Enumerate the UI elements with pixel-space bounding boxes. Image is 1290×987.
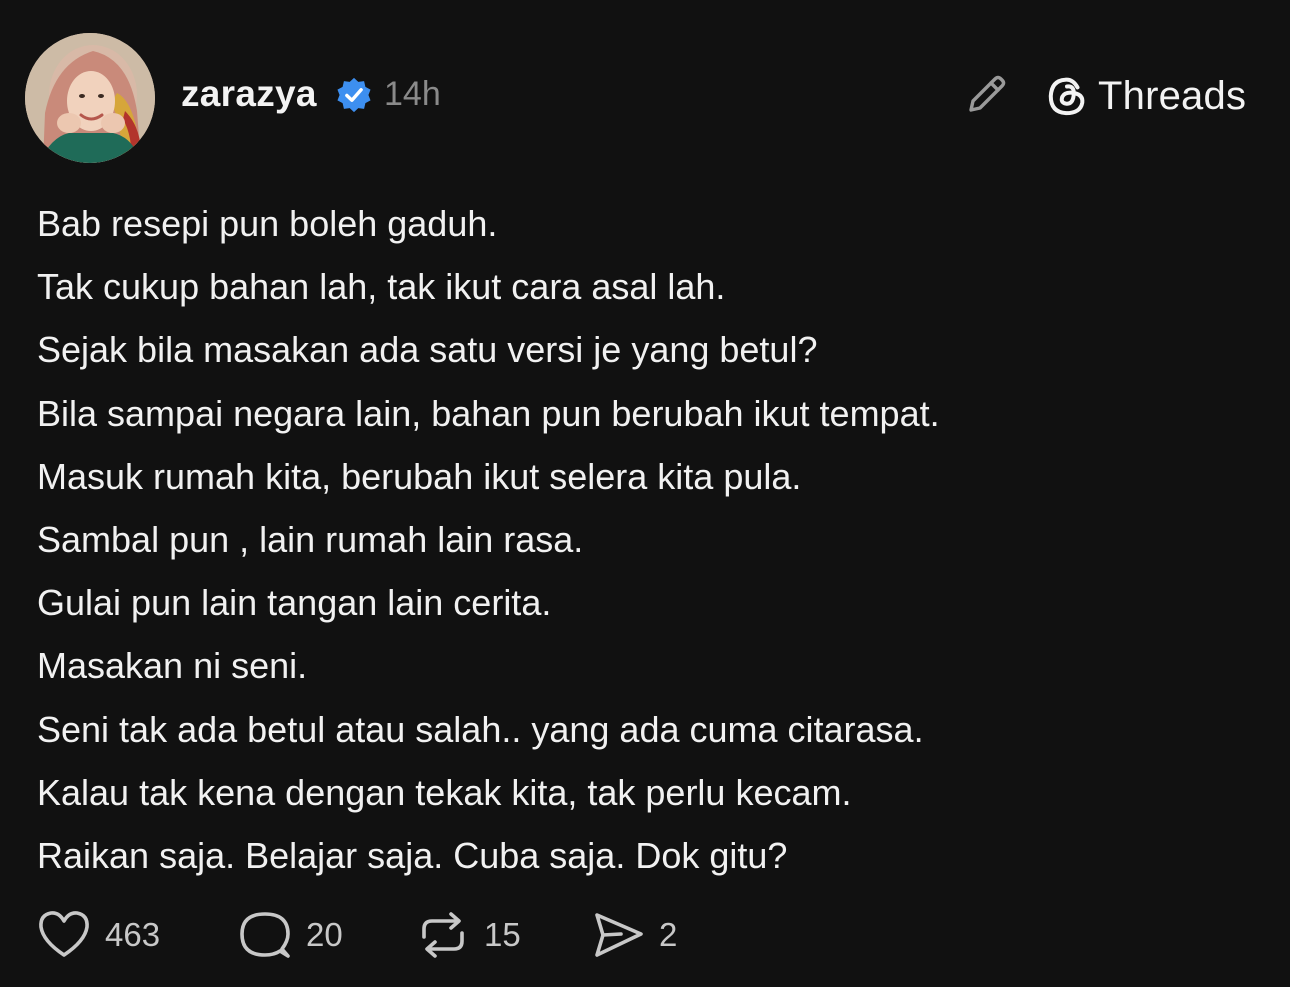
profile-photo [25, 33, 155, 163]
post-text-line: Gulai pun lain tangan lain cerita. [37, 582, 552, 624]
post-body: Bab resepi pun boleh gaduh. Tak cukup ba… [37, 192, 1257, 887]
post-text-line: Raikan saja. Belajar saja. Cuba saja. Do… [37, 835, 788, 877]
post-text-line: Bab resepi pun boleh gaduh. [37, 203, 498, 244]
avatar[interactable] [25, 33, 155, 163]
post-text-line: Seni tak ada betul atau salah.. yang ada… [37, 708, 924, 750]
post-text-line: Kalau tak kena dengan tekak kita, tak pe… [37, 771, 852, 813]
post-text-line: Tak cukup bahan lah, tak ikut cara asal … [37, 266, 726, 308]
threads-brand-label: Threads [1098, 74, 1247, 118]
repost-icon [422, 912, 464, 958]
pencil-icon[interactable] [963, 70, 1011, 118]
verified-badge-icon [337, 77, 371, 113]
reply-count: 20 [306, 916, 343, 953]
post-text-line: Sambal pun , lain rumah lain rasa. [37, 519, 584, 561]
like-button[interactable]: 463 [37, 908, 160, 962]
username[interactable]: zarazya [181, 72, 317, 116]
repost-button[interactable]: 15 [416, 908, 521, 962]
post-timestamp: 14h [384, 75, 441, 113]
share-button[interactable]: 2 [591, 908, 677, 962]
heart-icon [39, 911, 89, 957]
repost-count: 15 [484, 916, 521, 953]
like-count: 463 [105, 916, 161, 953]
reply-button[interactable]: 20 [238, 908, 343, 962]
post-text-line: Masakan ni seni. [37, 645, 308, 687]
post-text-line: Bila sampai negara lain, bahan pun berub… [37, 392, 940, 434]
share-icon [595, 913, 643, 957]
post-text-line: Masuk rumah kita, berubah ikut selera ki… [37, 455, 802, 497]
threads-brand[interactable]: Threads [1046, 72, 1246, 120]
comment-icon [240, 912, 290, 958]
share-count: 2 [659, 916, 678, 953]
threads-logo-icon [1048, 77, 1085, 116]
post-text-line: Sejak bila masakan ada satu versi je yan… [37, 329, 818, 371]
